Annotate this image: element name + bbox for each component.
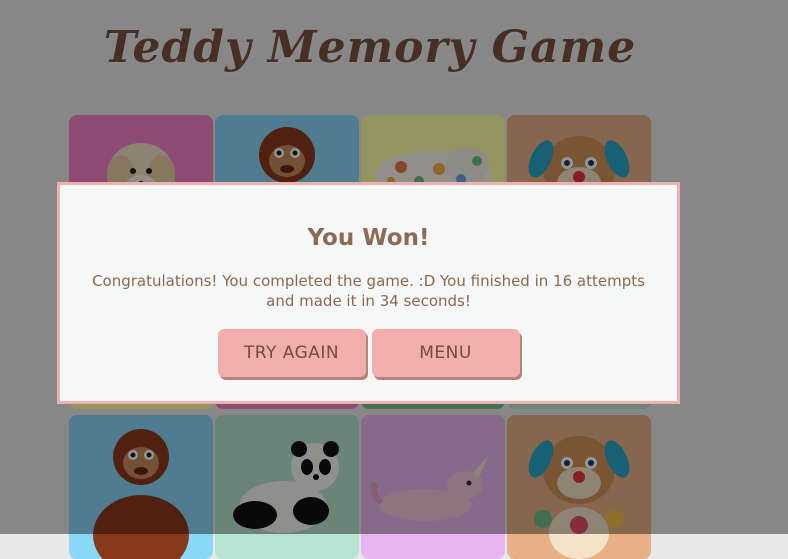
game-page: Teddy Memory Game You Won! Congratulatio… (0, 0, 788, 559)
dialog-title: You Won! (307, 225, 430, 251)
dialog-message: Congratulations! You completed the game.… (92, 272, 645, 310)
try-again-button[interactable]: TRY AGAIN (217, 329, 366, 377)
win-dialog: You Won! Congratulations! You completed … (57, 182, 680, 404)
dialog-buttons: TRY AGAIN MENU (60, 329, 677, 377)
menu-button[interactable]: MENU (371, 329, 520, 377)
